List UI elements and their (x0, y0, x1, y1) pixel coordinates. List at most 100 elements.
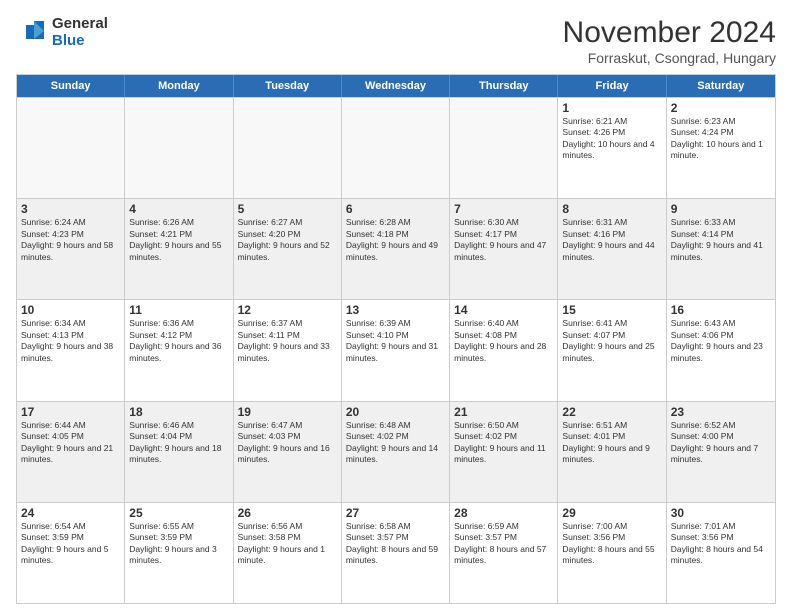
day-number: 30 (671, 506, 771, 520)
day-info: Sunrise: 6:40 AMSunset: 4:08 PMDaylight:… (454, 318, 553, 364)
header-thursday: Thursday (450, 75, 558, 97)
table-row: 14Sunrise: 6:40 AMSunset: 4:08 PMDayligh… (450, 300, 558, 400)
day-info: Sunrise: 6:54 AMSunset: 3:59 PMDaylight:… (21, 521, 120, 567)
week-row-3: 17Sunrise: 6:44 AMSunset: 4:05 PMDayligh… (17, 401, 775, 502)
day-info: Sunrise: 6:47 AMSunset: 4:03 PMDaylight:… (238, 420, 337, 466)
day-number: 6 (346, 202, 445, 216)
day-number: 15 (562, 303, 661, 317)
day-number: 12 (238, 303, 337, 317)
table-row: 2Sunrise: 6:23 AMSunset: 4:24 PMDaylight… (667, 98, 775, 198)
day-info: Sunrise: 6:23 AMSunset: 4:24 PMDaylight:… (671, 116, 771, 162)
day-info: Sunrise: 6:41 AMSunset: 4:07 PMDaylight:… (562, 318, 661, 364)
day-info: Sunrise: 6:55 AMSunset: 3:59 PMDaylight:… (129, 521, 228, 567)
calendar-body: 1Sunrise: 6:21 AMSunset: 4:26 PMDaylight… (17, 97, 775, 603)
table-row: 30Sunrise: 7:01 AMSunset: 3:56 PMDayligh… (667, 503, 775, 603)
day-number: 19 (238, 405, 337, 419)
table-row (125, 98, 233, 198)
day-info: Sunrise: 6:56 AMSunset: 3:58 PMDaylight:… (238, 521, 337, 567)
day-number: 9 (671, 202, 771, 216)
table-row: 15Sunrise: 6:41 AMSunset: 4:07 PMDayligh… (558, 300, 666, 400)
day-number: 10 (21, 303, 120, 317)
day-number: 16 (671, 303, 771, 317)
table-row: 27Sunrise: 6:58 AMSunset: 3:57 PMDayligh… (342, 503, 450, 603)
week-row-2: 10Sunrise: 6:34 AMSunset: 4:13 PMDayligh… (17, 299, 775, 400)
location: Forraskut, Csongrad, Hungary (563, 50, 776, 66)
table-row: 29Sunrise: 7:00 AMSunset: 3:56 PMDayligh… (558, 503, 666, 603)
day-info: Sunrise: 6:33 AMSunset: 4:14 PMDaylight:… (671, 217, 771, 263)
logo-blue-text: Blue (52, 33, 108, 50)
table-row: 23Sunrise: 6:52 AMSunset: 4:00 PMDayligh… (667, 402, 775, 502)
table-row: 24Sunrise: 6:54 AMSunset: 3:59 PMDayligh… (17, 503, 125, 603)
day-number: 8 (562, 202, 661, 216)
week-row-0: 1Sunrise: 6:21 AMSunset: 4:26 PMDaylight… (17, 97, 775, 198)
day-info: Sunrise: 7:00 AMSunset: 3:56 PMDaylight:… (562, 521, 661, 567)
day-info: Sunrise: 6:52 AMSunset: 4:00 PMDaylight:… (671, 420, 771, 466)
table-row (234, 98, 342, 198)
day-number: 17 (21, 405, 120, 419)
day-number: 14 (454, 303, 553, 317)
day-info: Sunrise: 6:24 AMSunset: 4:23 PMDaylight:… (21, 217, 120, 263)
table-row: 20Sunrise: 6:48 AMSunset: 4:02 PMDayligh… (342, 402, 450, 502)
day-info: Sunrise: 6:21 AMSunset: 4:26 PMDaylight:… (562, 116, 661, 162)
table-row: 11Sunrise: 6:36 AMSunset: 4:12 PMDayligh… (125, 300, 233, 400)
table-row: 1Sunrise: 6:21 AMSunset: 4:26 PMDaylight… (558, 98, 666, 198)
day-info: Sunrise: 6:34 AMSunset: 4:13 PMDaylight:… (21, 318, 120, 364)
header-sunday: Sunday (17, 75, 125, 97)
day-info: Sunrise: 6:51 AMSunset: 4:01 PMDaylight:… (562, 420, 661, 466)
day-number: 27 (346, 506, 445, 520)
table-row: 7Sunrise: 6:30 AMSunset: 4:17 PMDaylight… (450, 199, 558, 299)
day-number: 7 (454, 202, 553, 216)
day-info: Sunrise: 6:44 AMSunset: 4:05 PMDaylight:… (21, 420, 120, 466)
table-row: 22Sunrise: 6:51 AMSunset: 4:01 PMDayligh… (558, 402, 666, 502)
day-info: Sunrise: 6:27 AMSunset: 4:20 PMDaylight:… (238, 217, 337, 263)
table-row: 28Sunrise: 6:59 AMSunset: 3:57 PMDayligh… (450, 503, 558, 603)
day-number: 29 (562, 506, 661, 520)
day-number: 3 (21, 202, 120, 216)
day-info: Sunrise: 6:59 AMSunset: 3:57 PMDaylight:… (454, 521, 553, 567)
table-row: 5Sunrise: 6:27 AMSunset: 4:20 PMDaylight… (234, 199, 342, 299)
day-info: Sunrise: 6:31 AMSunset: 4:16 PMDaylight:… (562, 217, 661, 263)
day-info: Sunrise: 6:26 AMSunset: 4:21 PMDaylight:… (129, 217, 228, 263)
day-info: Sunrise: 6:39 AMSunset: 4:10 PMDaylight:… (346, 318, 445, 364)
day-number: 24 (21, 506, 120, 520)
table-row: 13Sunrise: 6:39 AMSunset: 4:10 PMDayligh… (342, 300, 450, 400)
table-row: 21Sunrise: 6:50 AMSunset: 4:02 PMDayligh… (450, 402, 558, 502)
table-row: 4Sunrise: 6:26 AMSunset: 4:21 PMDaylight… (125, 199, 233, 299)
calendar-header: Sunday Monday Tuesday Wednesday Thursday… (17, 75, 775, 97)
day-info: Sunrise: 7:01 AMSunset: 3:56 PMDaylight:… (671, 521, 771, 567)
table-row: 25Sunrise: 6:55 AMSunset: 3:59 PMDayligh… (125, 503, 233, 603)
day-number: 23 (671, 405, 771, 419)
day-number: 26 (238, 506, 337, 520)
day-number: 20 (346, 405, 445, 419)
table-row: 3Sunrise: 6:24 AMSunset: 4:23 PMDaylight… (17, 199, 125, 299)
table-row: 16Sunrise: 6:43 AMSunset: 4:06 PMDayligh… (667, 300, 775, 400)
header: General Blue November 2024 Forraskut, Cs… (16, 16, 776, 66)
day-number: 28 (454, 506, 553, 520)
calendar: Sunday Monday Tuesday Wednesday Thursday… (16, 74, 776, 604)
day-number: 4 (129, 202, 228, 216)
logo-icon (16, 17, 48, 49)
day-number: 11 (129, 303, 228, 317)
day-number: 18 (129, 405, 228, 419)
month-title: November 2024 (563, 16, 776, 50)
table-row: 17Sunrise: 6:44 AMSunset: 4:05 PMDayligh… (17, 402, 125, 502)
table-row: 8Sunrise: 6:31 AMSunset: 4:16 PMDaylight… (558, 199, 666, 299)
title-section: November 2024 Forraskut, Csongrad, Hunga… (563, 16, 776, 66)
day-info: Sunrise: 6:36 AMSunset: 4:12 PMDaylight:… (129, 318, 228, 364)
day-number: 1 (562, 101, 661, 115)
day-number: 2 (671, 101, 771, 115)
table-row: 6Sunrise: 6:28 AMSunset: 4:18 PMDaylight… (342, 199, 450, 299)
day-info: Sunrise: 6:37 AMSunset: 4:11 PMDaylight:… (238, 318, 337, 364)
table-row: 9Sunrise: 6:33 AMSunset: 4:14 PMDaylight… (667, 199, 775, 299)
day-number: 25 (129, 506, 228, 520)
table-row: 19Sunrise: 6:47 AMSunset: 4:03 PMDayligh… (234, 402, 342, 502)
table-row (17, 98, 125, 198)
header-tuesday: Tuesday (234, 75, 342, 97)
logo: General Blue (16, 16, 108, 49)
table-row: 18Sunrise: 6:46 AMSunset: 4:04 PMDayligh… (125, 402, 233, 502)
header-friday: Friday (558, 75, 666, 97)
header-monday: Monday (125, 75, 233, 97)
day-info: Sunrise: 6:50 AMSunset: 4:02 PMDaylight:… (454, 420, 553, 466)
day-number: 21 (454, 405, 553, 419)
page: General Blue November 2024 Forraskut, Cs… (0, 0, 792, 612)
